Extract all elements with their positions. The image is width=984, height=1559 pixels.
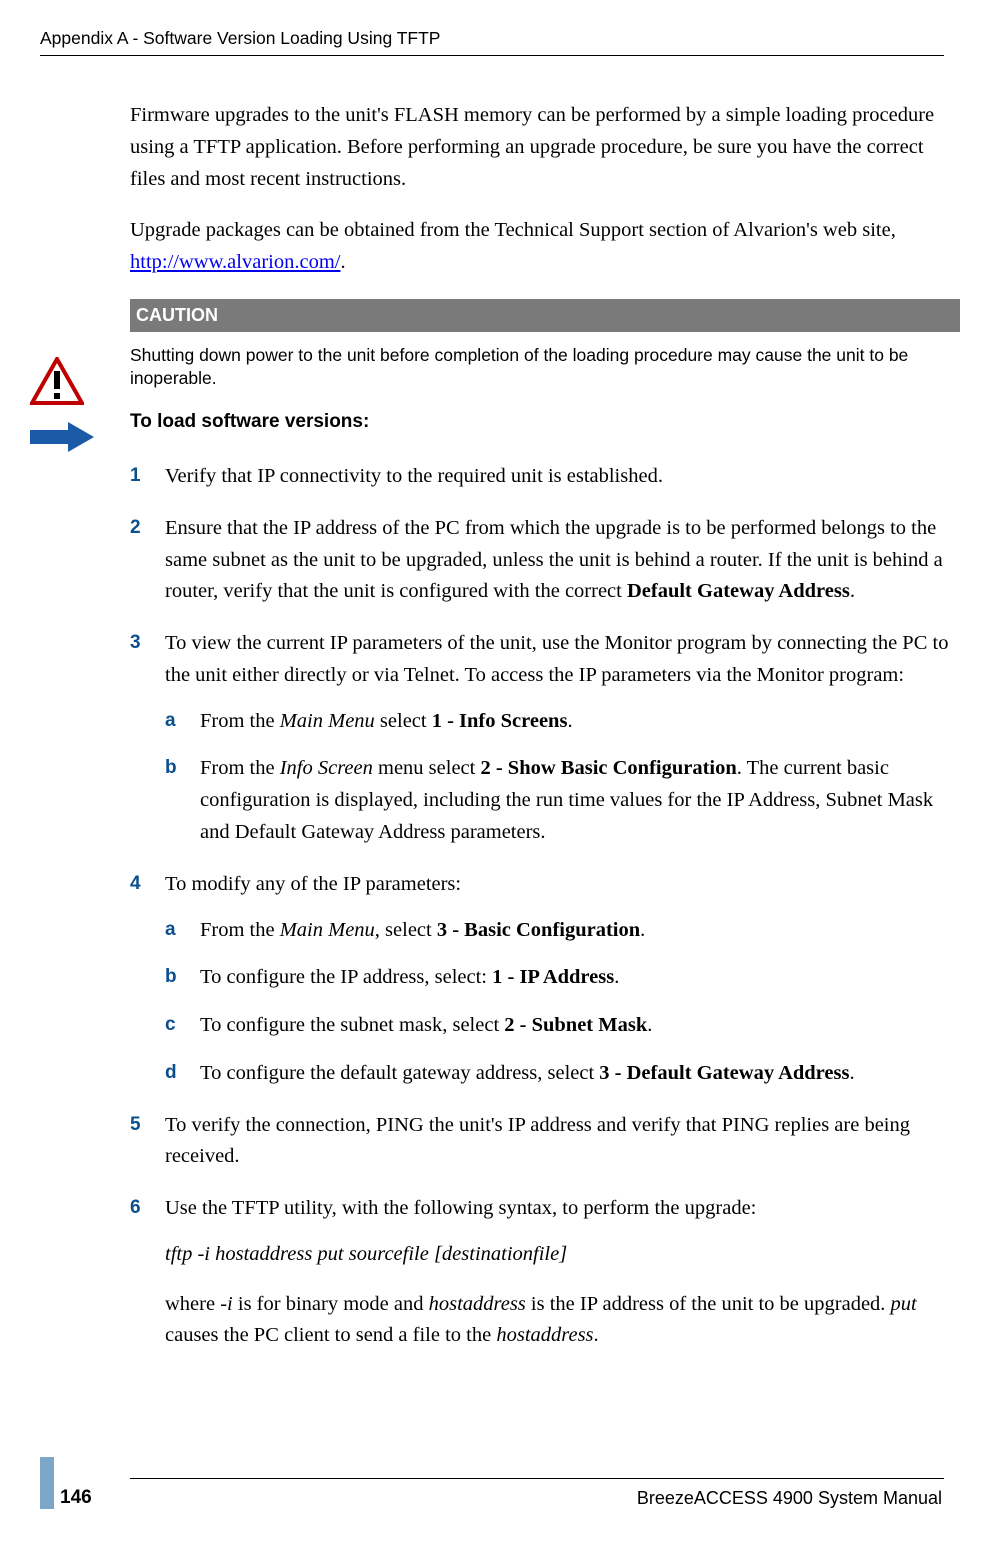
step-5-text: To verify the connection, PING the unit'…: [165, 1114, 910, 1168]
page-footer: 146 BreezeACCESS 4900 System Manual: [40, 1478, 944, 1509]
intro-paragraph-1: Firmware upgrades to the unit's FLASH me…: [130, 100, 960, 195]
running-header: Appendix A - Software Version Loading Us…: [40, 28, 944, 56]
step-1-text: Verify that IP connectivity to the requi…: [165, 465, 663, 487]
step-3-text: To view the current IP parameters of the…: [165, 632, 948, 686]
running-title: Appendix A - Software Version Loading Us…: [40, 28, 440, 48]
step-4c: To configure the subnet mask, select 2 -…: [165, 1010, 960, 1042]
s3b-ital: Info Screen: [280, 757, 373, 779]
s6e-c: is the IP address of the unit to be upgr…: [526, 1293, 891, 1315]
step-2-text-b: .: [850, 580, 855, 602]
s4b-bold: 1 - IP Address: [492, 966, 614, 988]
step-2: Ensure that the IP address of the PC fro…: [130, 513, 960, 608]
step-4a: From the Main Menu, select 3 - Basic Con…: [165, 915, 960, 947]
intro-paragraph-2: Upgrade packages can be obtained from th…: [130, 215, 960, 279]
s6e-i4: hostaddress: [496, 1324, 593, 1346]
s4a-post: .: [640, 919, 645, 941]
s4a-pre: From the: [200, 919, 280, 941]
step-6-syntax: tftp -i hostaddress put sourcefile [dest…: [165, 1239, 960, 1271]
step-5: To verify the connection, PING the unit'…: [130, 1110, 960, 1174]
s6e-i2: hostaddress: [429, 1293, 526, 1315]
s3b-mid: menu select: [373, 757, 481, 779]
step-3-sublist: From the Main Menu select 1 - Info Scree…: [165, 706, 960, 849]
s3b-bold: 2 - Show Basic Configuration: [480, 757, 736, 779]
s4d-bold: 3 - Default Gateway Address: [599, 1062, 849, 1084]
procedure-list: Verify that IP connectivity to the requi…: [130, 461, 960, 1352]
s4a-mid: , select: [375, 919, 437, 941]
s6e-d: causes the PC client to send a file to t…: [165, 1324, 496, 1346]
s4d-post: .: [849, 1062, 854, 1084]
s3a-post: .: [567, 710, 572, 732]
s4a-bold: 3 - Basic Configuration: [437, 919, 640, 941]
step-6-explanation: where -i is for binary mode and hostaddr…: [165, 1289, 960, 1353]
page-number: 146: [40, 1487, 92, 1509]
s4c-pre: To configure the subnet mask, select: [200, 1014, 504, 1036]
arrow-right-icon: [30, 422, 94, 455]
step-4: To modify any of the IP parameters: From…: [130, 869, 960, 1090]
s6e-b: is for binary mode and: [233, 1293, 429, 1315]
alvarion-link[interactable]: http://www.alvarion.com/: [130, 251, 340, 273]
step-4d: To configure the default gateway address…: [165, 1058, 960, 1090]
s3a-mid: select: [375, 710, 432, 732]
step-6-text: Use the TFTP utility, with the following…: [165, 1197, 756, 1219]
warning-triangle-icon: [30, 357, 84, 408]
caution-body: Shutting down power to the unit before c…: [130, 344, 960, 391]
intro-p2-prefix: Upgrade packages can be obtained from th…: [130, 219, 896, 241]
procedure-heading: To load software versions:: [130, 411, 960, 433]
intro-p2-suffix: .: [340, 251, 345, 273]
manual-name: BreezeACCESS 4900 System Manual: [637, 1488, 944, 1509]
s6e-a: where: [165, 1293, 220, 1315]
step-4-text: To modify any of the IP parameters:: [165, 873, 461, 895]
s3a-bold: 1 - Info Screens: [432, 710, 568, 732]
step-3: To view the current IP parameters of the…: [130, 628, 960, 849]
s4c-bold: 2 - Subnet Mask: [504, 1014, 647, 1036]
step-3b: From the Info Screen menu select 2 - Sho…: [165, 753, 960, 848]
s4a-ital: Main Menu: [280, 919, 375, 941]
s4b-post: .: [614, 966, 619, 988]
s6e-e: .: [594, 1324, 599, 1346]
step-4-sublist: From the Main Menu, select 3 - Basic Con…: [165, 915, 960, 1090]
s4d-pre: To configure the default gateway address…: [200, 1062, 599, 1084]
caution-block: CAUTION Shutting down power to the unit …: [130, 299, 960, 391]
s4b-pre: To configure the IP address, select:: [200, 966, 492, 988]
s4c-post: .: [647, 1014, 652, 1036]
step-3a: From the Main Menu select 1 - Info Scree…: [165, 706, 960, 738]
main-content: Firmware upgrades to the unit's FLASH me…: [130, 100, 960, 1372]
s6e-i1: -i: [220, 1293, 233, 1315]
step-4b: To configure the IP address, select: 1 -…: [165, 962, 960, 994]
s3b-pre: From the: [200, 757, 280, 779]
s3a-pre: From the: [200, 710, 280, 732]
step-6: Use the TFTP utility, with the following…: [130, 1193, 960, 1352]
step-1: Verify that IP connectivity to the requi…: [130, 461, 960, 493]
step-2-bold: Default Gateway Address: [627, 580, 850, 602]
s6e-i3: put: [891, 1293, 917, 1315]
caution-label: CAUTION: [130, 299, 960, 332]
footer-rule: [130, 1478, 944, 1479]
s3a-ital: Main Menu: [280, 710, 375, 732]
